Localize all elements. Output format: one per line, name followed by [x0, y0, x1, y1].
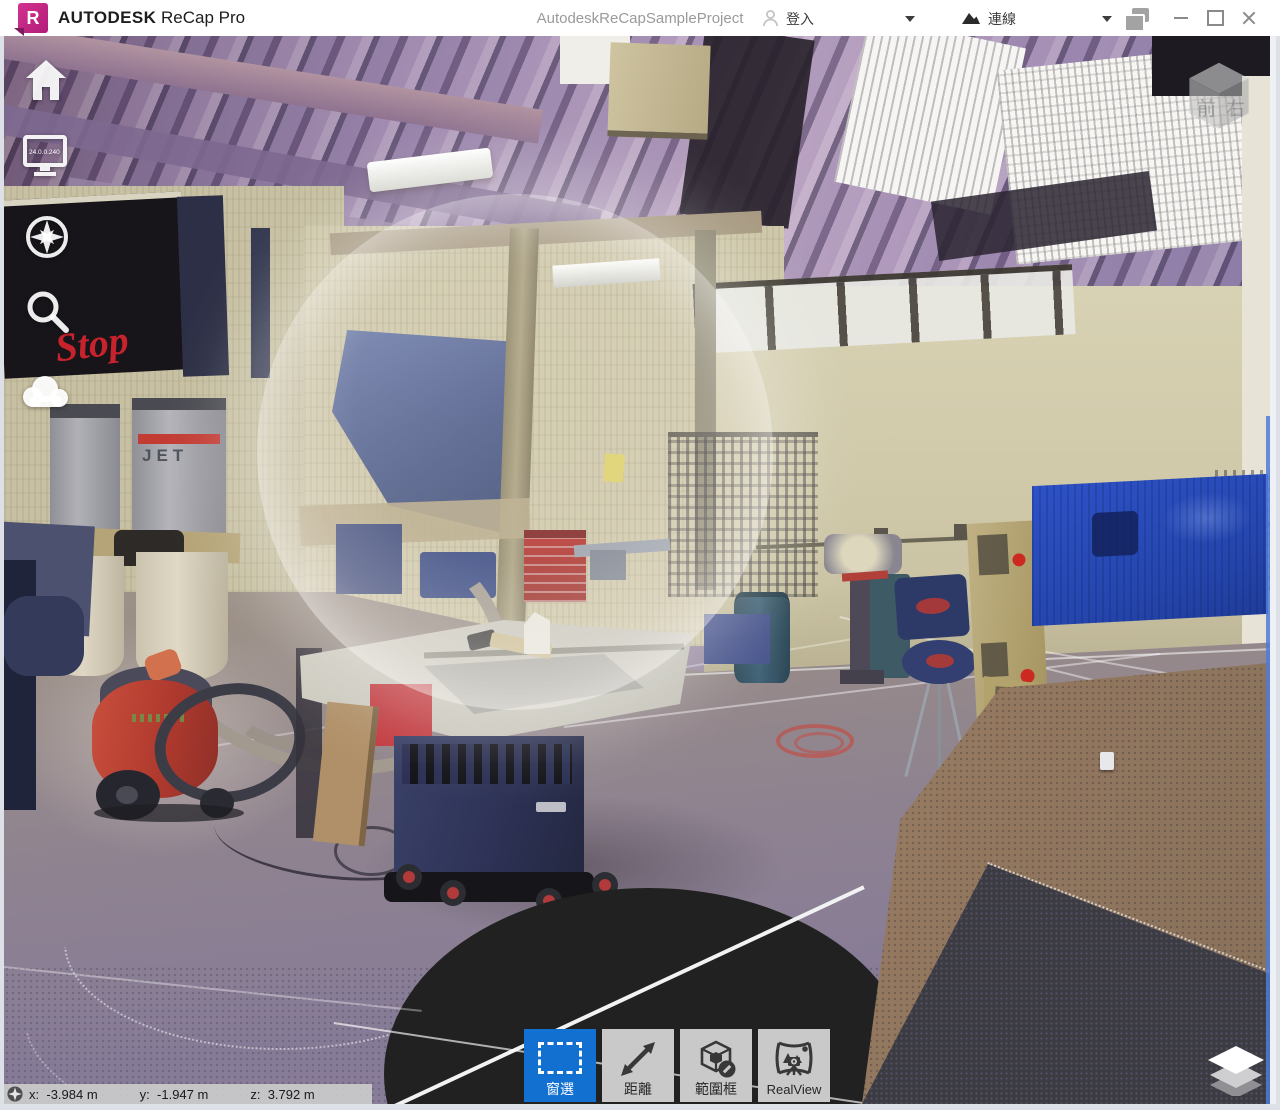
wheel-hub	[116, 786, 138, 804]
viewcube-right-label: 右	[1226, 94, 1245, 121]
bounding-box-button[interactable]: 範圍框	[680, 1029, 752, 1102]
scene-dark-pipe	[251, 228, 270, 378]
caster-wheel	[447, 887, 459, 899]
collector-jet-label: JET	[142, 446, 188, 466]
scene-grinder-foot	[840, 670, 884, 684]
maximize-button[interactable]	[1204, 8, 1226, 28]
scene-duct	[607, 42, 710, 139]
close-button[interactable]	[1238, 8, 1260, 28]
close-glyph	[1241, 10, 1257, 26]
lathe-red-button	[1020, 669, 1035, 684]
connect-button[interactable]: 連線	[988, 9, 1016, 29]
lathe-panel	[981, 642, 1009, 677]
scene-red-hose-coil	[794, 732, 844, 754]
z-value: 3.792 m	[268, 1087, 315, 1102]
viewcube-front-label: 前	[1197, 94, 1216, 121]
realview-icon	[771, 1038, 817, 1080]
distance-button[interactable]: 距離	[602, 1029, 674, 1102]
monitor-icon	[22, 134, 68, 178]
chat-bubble-front	[1124, 14, 1145, 32]
sign-in-dropdown-caret[interactable]	[905, 16, 915, 22]
distance-label: 距離	[624, 1082, 652, 1097]
scene-blue-panel	[1032, 474, 1268, 626]
home-button[interactable]	[22, 58, 70, 102]
window-select-button[interactable]: 窗選	[524, 1029, 596, 1102]
feedback-chat-icon[interactable]	[1124, 8, 1154, 30]
layers-button[interactable]	[1204, 1038, 1268, 1096]
scene-chair-seat	[902, 640, 976, 684]
saw-caster	[440, 880, 466, 906]
sign-in-button[interactable]: 登入	[786, 9, 814, 29]
scan-location-sphere[interactable]	[257, 194, 773, 710]
x-value: -3.984 m	[46, 1087, 97, 1102]
cloud-button[interactable]	[18, 372, 72, 410]
lathe-panel	[977, 534, 1009, 576]
title-bar: R AUTODESK ReCap Pro AutodeskReCapSample…	[0, 0, 1280, 36]
zoom-search-button[interactable]	[24, 288, 70, 334]
realview-label: RealView	[767, 1082, 822, 1097]
scene-blue-bench	[704, 614, 770, 664]
scene-dark-sack	[4, 596, 84, 676]
coordinate-status-bar: x: -3.984 m y: -1.947 m z: 3.792 m	[4, 1084, 372, 1104]
connect-dropdown-caret[interactable]	[1102, 16, 1112, 22]
scene-chair-back	[894, 574, 970, 641]
y-label: y:	[140, 1087, 150, 1102]
scene-dust-collector-drum	[50, 404, 120, 544]
saw-caster	[396, 864, 422, 890]
lathe-red-button	[1012, 553, 1026, 567]
maximize-glyph	[1207, 10, 1224, 26]
user-icon	[762, 9, 779, 28]
saw-base-vents	[402, 744, 572, 784]
bounding-box-icon	[694, 1038, 738, 1082]
origin-icon	[7, 1086, 23, 1102]
z-label: z:	[250, 1087, 260, 1102]
saw-brand-plate	[536, 802, 566, 812]
collector-red-band	[138, 434, 220, 444]
scene-right-edge	[1270, 36, 1276, 1104]
project-name: AutodeskReCapSampleProject	[0, 10, 1280, 27]
scene-blue-edge-line	[1266, 416, 1270, 1104]
bounding-box-label: 範圍框	[695, 1082, 737, 1097]
connect-icon	[960, 11, 982, 26]
minimize-button[interactable]	[1170, 8, 1192, 28]
chair-red-paint	[926, 654, 954, 668]
point-cloud-viewport[interactable]: Stop	[4, 36, 1276, 1104]
window-select-label: 窗選	[546, 1082, 574, 1097]
caster-wheel	[403, 871, 415, 883]
viewcube[interactable]: 前 右	[1180, 60, 1258, 130]
recap-pro-window: R AUTODESK ReCap Pro AutodeskReCapSample…	[0, 0, 1280, 1110]
bench-small-object	[1100, 752, 1114, 770]
navigation-compass-button[interactable]	[24, 214, 70, 260]
display-settings-button[interactable]: 24.0.0.240	[22, 134, 68, 178]
window-select-icon	[538, 1042, 582, 1074]
realview-button[interactable]: RealView	[758, 1029, 830, 1102]
minimize-glyph	[1174, 17, 1188, 19]
blue-panel-texture	[1032, 474, 1268, 626]
x-label: x:	[29, 1087, 39, 1102]
distance-icon	[617, 1038, 659, 1080]
y-value: -1.947 m	[157, 1087, 208, 1102]
version-text: 24.0.0.240	[29, 149, 60, 156]
chair-red-paint	[915, 597, 950, 615]
scene-bench-grinder	[824, 534, 902, 574]
scene-dark-pipe	[177, 195, 229, 376]
